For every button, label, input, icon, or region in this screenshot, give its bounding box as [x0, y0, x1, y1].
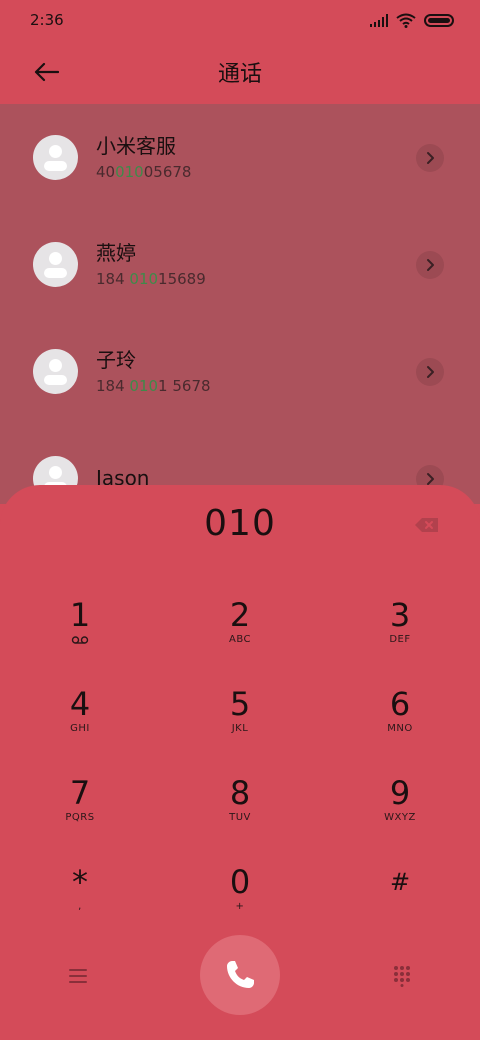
voicemail-icon	[71, 636, 89, 644]
battery-icon	[424, 13, 454, 27]
keypad-toggle-button[interactable]	[392, 965, 412, 987]
contact-number: 4001005678	[96, 162, 192, 181]
chevron-right-icon	[427, 472, 434, 485]
contact-number: 184 01015689	[96, 269, 206, 288]
key-6[interactable]: 6 MNO	[320, 686, 480, 775]
avatar	[33, 135, 78, 180]
menu-icon	[69, 969, 87, 983]
back-button[interactable]	[30, 56, 62, 88]
app-bar: 通话	[0, 40, 480, 104]
back-arrow-icon	[34, 62, 59, 82]
status-time: 2:36	[30, 11, 64, 29]
list-item[interactable]: 燕婷 184 01015689	[0, 211, 480, 318]
key-3[interactable]: 3 DEF	[320, 597, 480, 686]
phone-icon	[227, 961, 254, 988]
contact-detail-button[interactable]	[416, 143, 444, 172]
contact-detail-button[interactable]	[416, 357, 444, 386]
avatar	[33, 242, 78, 287]
number-match: 010	[129, 376, 159, 395]
key-2[interactable]: 2 ABC	[160, 597, 320, 686]
dial-input[interactable]: 010	[0, 503, 480, 544]
status-bar: 2:36	[0, 0, 480, 40]
backspace-icon	[415, 518, 438, 532]
wifi-icon	[396, 13, 416, 28]
keypad-icon	[394, 966, 410, 987]
list-item[interactable]: 子玲 184 0101 5678	[0, 318, 480, 425]
contact-name: 子玲	[96, 347, 136, 372]
page-title: 通话	[217, 62, 262, 87]
key-5[interactable]: 5 JKL	[160, 686, 320, 775]
number-match: 010	[115, 162, 144, 181]
contact-detail-button[interactable]	[416, 250, 444, 279]
key-9[interactable]: 9 WXYZ	[320, 775, 480, 864]
list-item[interactable]: 小米客服 4001005678	[0, 104, 480, 211]
chevron-right-icon	[427, 365, 434, 378]
number-match: 010	[129, 269, 159, 288]
status-icons	[370, 13, 454, 28]
contact-list: 小米客服 4001005678 燕婷 184 01015689 子玲 184 0…	[0, 104, 480, 504]
chevron-right-icon	[427, 151, 434, 164]
key-1[interactable]: 1	[0, 597, 160, 686]
avatar	[33, 349, 78, 394]
menu-button[interactable]	[68, 967, 88, 985]
dialer-actions	[0, 935, 480, 1015]
contact-number: 184 0101 5678	[96, 376, 211, 395]
dialer-panel: 010 1 2 ABC 3 DEF 4 GHI 5 JKL 6 MNO 7 PQ…	[0, 485, 480, 1040]
key-8[interactable]: 8 TUV	[160, 775, 320, 864]
contact-name: 燕婷	[96, 240, 136, 265]
key-7[interactable]: 7 PQRS	[0, 775, 160, 864]
key-4[interactable]: 4 GHI	[0, 686, 160, 775]
signal-icon	[370, 13, 388, 27]
chevron-right-icon	[427, 258, 434, 271]
backspace-button[interactable]	[414, 515, 440, 535]
contact-name: 小米客服	[96, 133, 176, 158]
call-button[interactable]	[200, 935, 280, 1015]
